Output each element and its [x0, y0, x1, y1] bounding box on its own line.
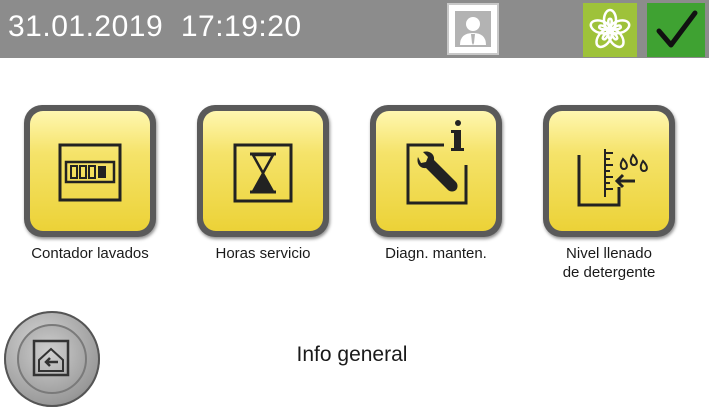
top-bar: 31.01.2019 17:19:20	[0, 0, 709, 58]
detergent-level-icon	[577, 149, 648, 207]
tile-wash-counter[interactable]	[24, 105, 156, 237]
hourglass-icon	[233, 143, 293, 203]
tile-detergent-level[interactable]	[543, 105, 675, 237]
user-icon	[455, 11, 491, 47]
tile-label-service-hours: Horas servicio	[215, 245, 311, 262]
date-text: 31.01.2019	[8, 10, 164, 43]
tile-label-detergent-level: Nivel llenado de detergente	[519, 244, 699, 282]
checkmark-icon	[656, 10, 698, 48]
datetime-display: 31.01.2019 17:19:20	[8, 10, 302, 44]
tile-maintenance-diagnosis[interactable]	[370, 105, 502, 237]
home-button[interactable]	[4, 311, 100, 407]
home-back-icon	[32, 339, 70, 377]
program-button[interactable]	[583, 3, 637, 57]
confirm-button[interactable]	[647, 3, 705, 57]
time-text: 17:19:20	[180, 10, 302, 43]
user-button[interactable]	[447, 3, 499, 55]
wrench-info-icon	[406, 120, 468, 205]
counter-icon	[58, 143, 122, 202]
tile-label-maintenance-diagnosis: Diagn. manten.	[385, 245, 487, 262]
page-title: Info general	[296, 343, 408, 366]
tile-service-hours[interactable]	[197, 105, 329, 237]
tile-label-wash-counter: Contador lavados	[31, 245, 149, 262]
tile-label-line2: de detergente	[562, 264, 656, 281]
tile-label-line1: Nivel llenado	[566, 245, 652, 262]
flower-icon	[589, 8, 631, 49]
